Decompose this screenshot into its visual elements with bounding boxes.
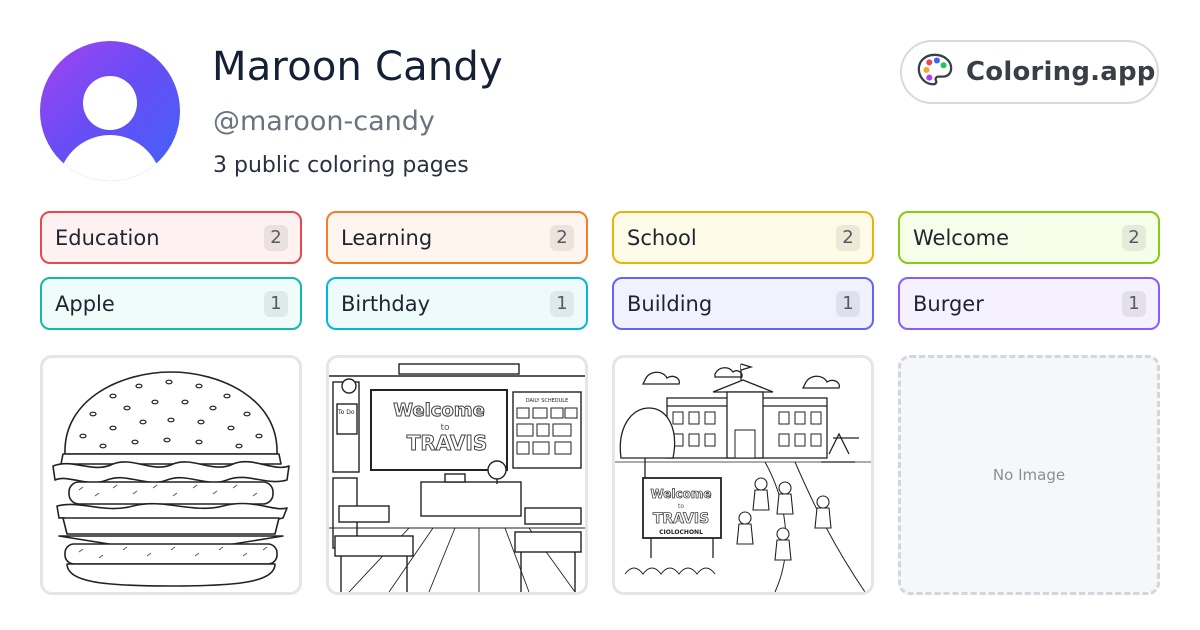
- todo-label: To Do: [337, 409, 355, 416]
- coloring-card-classroom[interactable]: To Do Welcome to TRAVIS DAILY SCHEDULE: [326, 355, 588, 595]
- tag-birthday[interactable]: Birthday 1: [326, 277, 588, 330]
- tag-welcome[interactable]: Welcome 2: [898, 211, 1160, 264]
- tag-list: Education 2 Learning 2 School 2 Welcome 2 Ap…: [40, 211, 1160, 330]
- tag-count: 1: [264, 290, 288, 317]
- tag-count: 1: [836, 290, 860, 317]
- brand-label: Coloring.app: [966, 57, 1156, 87]
- coloring-card-burger[interactable]: [40, 355, 302, 595]
- tag-school[interactable]: School 2: [612, 211, 874, 264]
- profile-name: Maroon Candy: [212, 44, 503, 90]
- tag-label: Birthday: [341, 291, 431, 316]
- no-image-label: No Image: [992, 466, 1066, 484]
- sign-bottom-label: CIOLOCHONL: [659, 529, 703, 536]
- sign-to: to: [678, 503, 684, 510]
- tag-count: 2: [1122, 224, 1146, 251]
- burger-illustration: [52, 371, 290, 587]
- tag-count: 2: [264, 224, 288, 251]
- tag-label: Welcome: [913, 225, 1010, 250]
- tag-count: 2: [836, 224, 860, 251]
- tag-label: Education: [55, 225, 160, 250]
- board-schedule-label: DAILY SCHEDULE: [526, 398, 568, 404]
- tag-label: School: [627, 225, 697, 250]
- board-welcome: Welcome: [393, 400, 485, 421]
- avatar-head: [83, 76, 137, 130]
- tag-count: 1: [550, 290, 574, 317]
- palette-icon: [916, 51, 954, 93]
- tag-count: 2: [550, 224, 574, 251]
- coloring-card-school[interactable]: Welcome to TRAVIS CIOLOCHONL: [612, 355, 874, 595]
- school-illustration: Welcome to TRAVIS CIOLOCHONL: [615, 358, 871, 592]
- brand-link[interactable]: Coloring.app: [900, 40, 1159, 104]
- tag-apple[interactable]: Apple 1: [40, 277, 302, 330]
- tag-label: Learning: [341, 225, 433, 250]
- tag-count: 1: [1122, 290, 1146, 317]
- tag-label: Apple: [55, 291, 115, 316]
- avatar-body: [58, 135, 162, 181]
- avatar: [40, 41, 180, 181]
- classroom-illustration: To Do Welcome to TRAVIS DAILY SCHEDULE: [329, 358, 585, 592]
- tag-label: Building: [627, 291, 713, 316]
- sign-travis: TRAVIS: [653, 511, 709, 527]
- tag-label: Burger: [913, 291, 984, 316]
- board-travis: TRAVIS: [407, 431, 488, 455]
- tag-building[interactable]: Building 1: [612, 277, 874, 330]
- tag-learning[interactable]: Learning 2: [326, 211, 588, 264]
- sign-welcome: Welcome: [650, 487, 711, 501]
- coloring-page-grid: To Do Welcome to TRAVIS DAILY SCHEDULE W…: [40, 355, 1160, 595]
- tag-burger[interactable]: Burger 1: [898, 277, 1160, 330]
- profile-handle: @maroon-candy: [213, 106, 435, 137]
- tag-education[interactable]: Education 2: [40, 211, 302, 264]
- coloring-card-empty[interactable]: No Image: [898, 355, 1160, 595]
- profile-page-count: 3 public coloring pages: [213, 153, 469, 178]
